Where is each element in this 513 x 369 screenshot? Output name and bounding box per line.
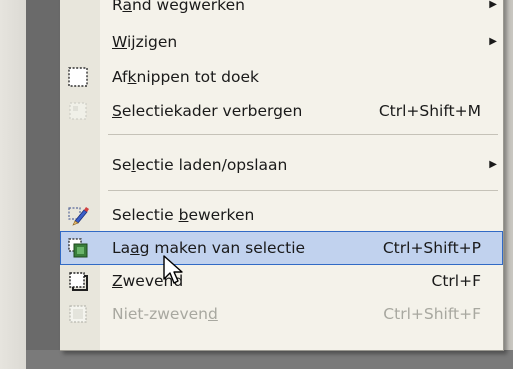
menu-item-zwevend[interactable]: Zwevend Ctrl+F	[60, 264, 503, 298]
menu-item-label: Selectie laden/opslaan	[112, 156, 288, 174]
menu-item-shortcut: Ctrl+Shift+P	[382, 239, 481, 257]
menu-item-wijzigen[interactable]: Wijzigen ▶	[60, 25, 503, 59]
menu-item-selectie-bewerken[interactable]: Selectie bewerken	[60, 198, 503, 232]
mouse-cursor-icon	[163, 255, 183, 284]
menu-item-shortcut: Ctrl+Shift+M	[378, 102, 481, 120]
layer-from-selection-icon	[67, 237, 89, 259]
hide-marquee-icon	[67, 100, 89, 122]
menu-item-selectie-laden-opslaan[interactable]: Selectie laden/opslaan ▶	[60, 148, 503, 182]
menu-item-shortcut: Ctrl+F	[431, 272, 481, 290]
menu-item-label: Selectiekader verbergen	[112, 102, 303, 120]
menu-item-selectiekader-verbergen[interactable]: Selectiekader verbergen Ctrl+Shift+M	[60, 94, 503, 128]
menu-item-label: Laag maken van selectie	[112, 239, 306, 257]
defloat-icon	[67, 303, 89, 325]
menu-item-afknippen-tot-doek[interactable]: Afknippen tot doek	[60, 60, 503, 94]
submenu-arrow-icon: ▶	[489, 159, 497, 170]
menu-item-label: Rand wegwerken	[112, 0, 245, 14]
menu-separator	[108, 134, 498, 135]
submenu-arrow-icon: ▶	[489, 0, 497, 10]
float-icon	[67, 270, 89, 292]
menu-separator	[108, 190, 498, 191]
edit-selection-icon	[67, 204, 89, 226]
menu-item-rand-wegwerken[interactable]: Rand wegwerken ▶	[60, 0, 503, 22]
menu-item-shortcut: Ctrl+Shift+F	[383, 305, 481, 323]
menu-item-label: Afknippen tot doek	[112, 68, 259, 86]
menu-item-label: Selectie bewerken	[112, 206, 255, 224]
background-window-shadow	[26, 0, 60, 369]
background-window-bottom	[26, 350, 513, 369]
menu-item-label: Wijzigen	[112, 33, 178, 51]
background-window-left	[0, 0, 26, 369]
submenu-arrow-icon: ▶	[489, 36, 497, 47]
menu-item-label: Niet-zwevend	[112, 305, 218, 323]
crop-to-canvas-icon	[67, 66, 89, 88]
selection-context-menu: Rand wegwerken ▶ Wijzigen ▶ Afknippen to…	[60, 0, 504, 351]
menu-item-niet-zwevend[interactable]: Niet-zwevend Ctrl+Shift+F	[60, 297, 503, 331]
menu-item-laag-maken-van-selectie[interactable]: Laag maken van selectie Ctrl+Shift+P	[60, 231, 503, 265]
